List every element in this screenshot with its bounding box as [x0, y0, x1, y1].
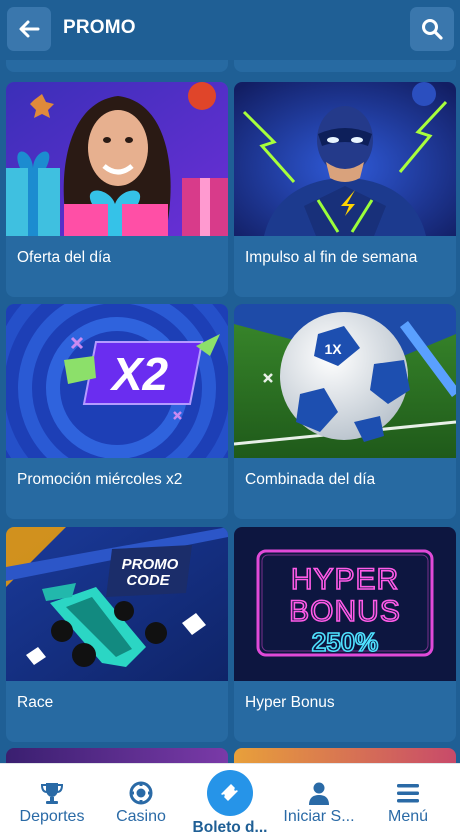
- ball-logo-text: 1X: [324, 341, 342, 357]
- tab-menu[interactable]: Menú: [362, 764, 454, 837]
- promo-card[interactable]: HYPER BONUS 250% Hyper Bonus: [234, 527, 456, 742]
- promo-card-label: Race: [17, 694, 54, 711]
- x2-text: X2: [109, 348, 169, 400]
- tab-label: Casino: [116, 808, 166, 825]
- promo-image-woman-gifts: [6, 82, 228, 236]
- promo-image-x2: X2: [6, 304, 228, 458]
- ticket-icon: [221, 784, 238, 801]
- tab-deportes[interactable]: Deportes: [6, 764, 98, 837]
- promo-card[interactable]: Oferta del día: [6, 82, 228, 297]
- promo-code-text-line1: PROMO: [122, 556, 179, 573]
- arrow-left-icon: [19, 20, 40, 38]
- promo-card-label: Oferta del día: [17, 249, 111, 266]
- tab-iniciar-sesion[interactable]: Iniciar S...: [273, 764, 365, 837]
- search-button[interactable]: [410, 7, 454, 51]
- trophy-icon: [40, 783, 64, 804]
- tab-label: Boleto d...: [192, 819, 268, 836]
- promo-code-text-line2: CODE: [126, 572, 170, 589]
- tab-label: Deportes: [19, 808, 85, 825]
- tab-label: Iniciar S...: [283, 808, 355, 825]
- promo-card[interactable]: X2 Promoción miércoles x2: [6, 304, 228, 519]
- promo-card-label: Hyper Bonus: [245, 694, 335, 711]
- promo-image-race: PROMO CODE: [6, 527, 228, 681]
- card-partial-top-right[interactable]: [234, 58, 456, 72]
- promo-image-superhero: [234, 82, 456, 236]
- promo-card-label: Promoción miércoles x2: [17, 471, 183, 488]
- promo-card-label: Impulso al fin de semana: [245, 249, 418, 266]
- promo-card[interactable]: Impulso al fin de semana: [234, 82, 456, 297]
- tab-casino[interactable]: Casino: [95, 764, 187, 837]
- user-icon: [309, 782, 329, 805]
- top-bar: PROMO: [0, 0, 460, 60]
- promo-image-soccer-ball: 1X: [234, 304, 456, 458]
- tab-boleto[interactable]: Boleto d...: [184, 764, 276, 837]
- tab-label: Menú: [387, 808, 429, 825]
- bottom-tab-bar: Deportes Casino Boleto d... Iniciar S...: [0, 763, 460, 837]
- promo-card[interactable]: PROMO CODE Race: [6, 527, 228, 742]
- page-title: PROMO: [63, 17, 136, 38]
- back-button[interactable]: [7, 7, 51, 51]
- promo-card-label: Combinada del día: [245, 471, 376, 488]
- hamburger-menu-icon: [397, 784, 419, 803]
- promo-image-hyper-bonus: HYPER BONUS 250%: [234, 527, 456, 681]
- promo-card[interactable]: 1X Combinada del día: [234, 304, 456, 519]
- hyper-text-percent: 250%: [312, 627, 379, 657]
- hyper-text-line2: BONUS: [289, 595, 401, 628]
- search-icon: [422, 19, 443, 40]
- casino-chip-icon: [129, 781, 153, 805]
- card-partial-top-left[interactable]: [6, 58, 228, 72]
- hyper-text-line1: HYPER: [291, 563, 399, 596]
